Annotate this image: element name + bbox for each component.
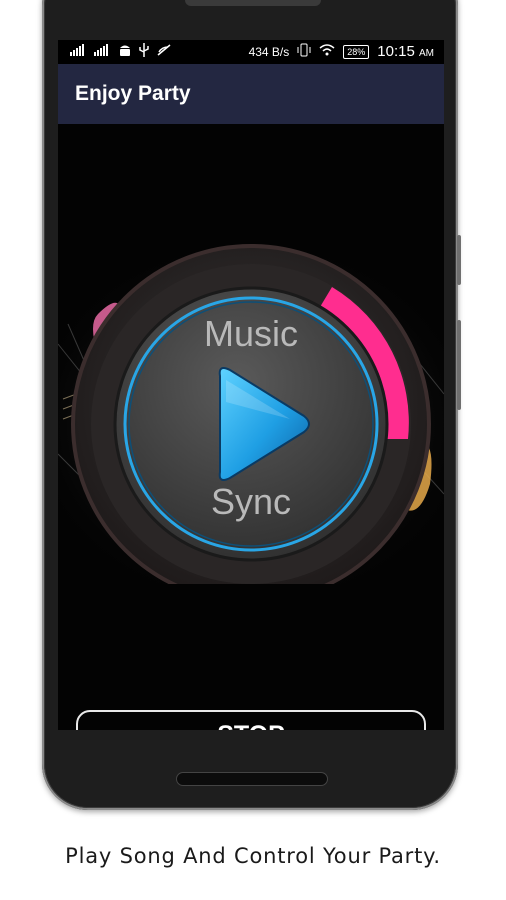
status-clock: 10:15 AM (377, 43, 434, 60)
power-button (457, 320, 461, 410)
android-icon (118, 43, 132, 60)
battery-indicator: 28% (343, 44, 370, 59)
signal-icon (70, 44, 88, 59)
volume-button (457, 235, 461, 285)
bottom-speaker (176, 772, 328, 786)
signal-icon-2 (94, 44, 112, 59)
wifi-icon (319, 44, 335, 59)
usb-icon (138, 43, 150, 60)
caption-text: Play Song And Control Your Party. (65, 844, 441, 868)
status-bar: 434 B/s 28% 10:15 AM (58, 40, 444, 64)
main-content: Music Sync STOP (58, 124, 444, 730)
app-bar: Enjoy Party (58, 64, 444, 124)
label-sync: Sync (211, 481, 291, 522)
app-title: Enjoy Party (75, 82, 191, 105)
music-sync-player: Music Sync (58, 234, 444, 584)
stop-button[interactable]: STOP (76, 710, 426, 730)
status-right: 434 B/s 28% 10:15 AM (249, 43, 434, 60)
muted-icon (156, 43, 172, 60)
vibrate-icon (297, 43, 311, 60)
label-music: Music (204, 313, 298, 354)
status-left (70, 43, 172, 60)
top-speaker (185, 0, 321, 6)
clock-ampm: AM (419, 48, 434, 59)
net-speed: 434 B/s (248, 44, 290, 59)
clock-time: 10:15 (377, 43, 415, 60)
phone-screen: 434 B/s 28% 10:15 AM Enjoy Party Music S… (58, 40, 444, 730)
